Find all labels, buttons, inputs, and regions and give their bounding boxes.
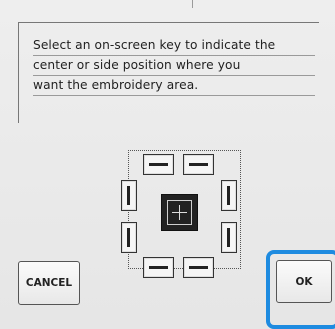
center-position-key[interactable] — [161, 194, 198, 231]
divider-mark — [192, 0, 193, 8]
ok-button[interactable]: OK — [276, 260, 332, 303]
instruction-line-1: Select an on-screen key to indicate the — [33, 36, 315, 56]
instruction-box: Select an on-screen key to indicate the … — [18, 22, 319, 123]
dash-icon — [149, 266, 168, 269]
vertical-bar-icon — [127, 228, 130, 247]
vertical-bar-icon — [127, 186, 130, 205]
dash-icon — [189, 266, 208, 269]
left-lower-side-key[interactable] — [121, 222, 137, 253]
right-lower-side-key[interactable] — [221, 222, 237, 253]
bottom-left-side-key[interactable] — [143, 257, 174, 278]
right-upper-side-key[interactable] — [221, 180, 237, 211]
top-right-side-key[interactable] — [183, 154, 214, 175]
left-upper-side-key[interactable] — [121, 180, 137, 211]
vertical-bar-icon — [227, 186, 230, 205]
vertical-bar-icon — [227, 228, 230, 247]
instruction-line-3: want the embroidery area. — [33, 76, 315, 96]
dash-icon — [149, 163, 168, 166]
cancel-button[interactable]: CANCEL — [18, 261, 80, 305]
instruction-line-2: center or side position where you — [33, 56, 315, 76]
dash-icon — [189, 163, 208, 166]
top-left-side-key[interactable] — [143, 154, 174, 175]
dialog-panel: Select an on-screen key to indicate the … — [0, 0, 335, 329]
crosshair-icon — [167, 200, 192, 225]
crosshair-vertical — [179, 205, 180, 220]
bottom-right-side-key[interactable] — [183, 257, 214, 278]
